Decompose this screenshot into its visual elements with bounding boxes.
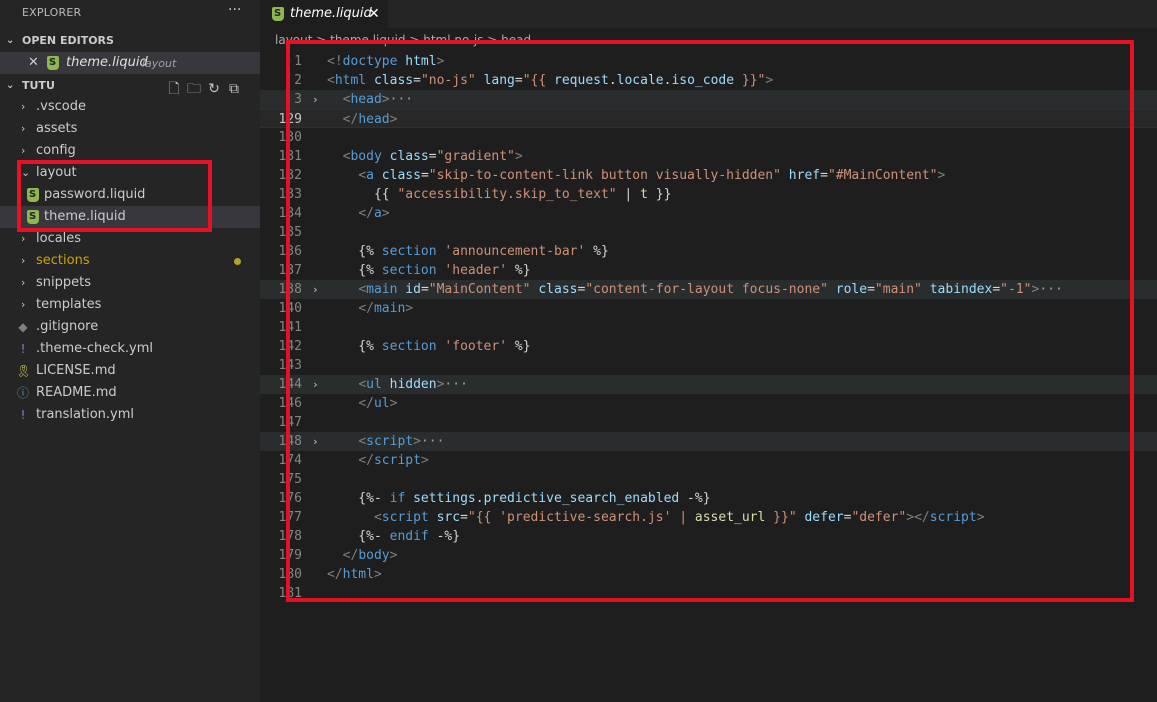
yaml-icon: ! xyxy=(20,342,26,356)
chevron-right-icon: › xyxy=(21,122,26,135)
tree-item[interactable]: › snippets xyxy=(0,272,260,294)
chevron-right-icon: › xyxy=(21,276,26,289)
git-icon: ◆ xyxy=(18,320,28,334)
tree-item[interactable]: ! translation.yml xyxy=(0,404,260,426)
info-icon: ⓘ xyxy=(16,386,29,400)
open-editors-header[interactable]: ⌄ OPEN EDITORS xyxy=(0,30,260,52)
tree-item[interactable]: 🎗 LICENSE.md xyxy=(0,360,260,382)
tree-item[interactable]: ◆ .gitignore xyxy=(0,316,260,338)
explorer-title: EXPLORER xyxy=(22,6,82,19)
open-editor-dir: layout xyxy=(142,57,177,70)
tab-label: theme.liquid xyxy=(290,6,372,21)
tree-item[interactable]: ⓘ README.md xyxy=(0,382,260,404)
collapse-all-icon[interactable]: ⧉ xyxy=(224,81,244,97)
open-editor-name: theme.liquid xyxy=(66,55,148,70)
tab-theme-liquid[interactable]: theme.liquid ✕ xyxy=(260,0,388,28)
open-editor-item[interactable]: ✕ theme.liquid layout xyxy=(0,52,260,74)
tree-item-label: LICENSE.md xyxy=(36,363,116,378)
chevron-down-icon: ⌄ xyxy=(6,80,15,91)
license-icon: 🎗 xyxy=(16,364,32,378)
tree-item[interactable]: ! .theme-check.yml xyxy=(0,338,260,360)
chevron-right-icon: › xyxy=(21,100,26,113)
close-icon[interactable]: ✕ xyxy=(368,0,380,28)
tree-item[interactable]: › templates xyxy=(0,294,260,316)
close-icon[interactable]: ✕ xyxy=(28,52,39,74)
shopify-icon xyxy=(47,56,59,70)
tree-item-label: .gitignore xyxy=(36,319,99,334)
yaml-icon: ! xyxy=(20,408,26,422)
refresh-icon[interactable]: ↻ xyxy=(204,81,224,97)
shopify-icon xyxy=(272,7,284,21)
layout-highlight-box xyxy=(17,160,212,232)
tree-item-label: .theme-check.yml xyxy=(36,341,153,356)
tree-item-label: translation.yml xyxy=(36,407,135,422)
tree-item[interactable]: › assets xyxy=(0,118,260,140)
tree-item-label: templates xyxy=(36,297,102,312)
chevron-down-icon: ⌄ xyxy=(6,35,15,46)
tree-item-label: config xyxy=(36,143,76,158)
tab-bar: theme.liquid ✕ xyxy=(260,0,1157,28)
tree-item[interactable]: › .vscode xyxy=(0,96,260,118)
chevron-right-icon: › xyxy=(21,254,26,267)
ellipsis-icon[interactable]: ··· xyxy=(228,2,241,18)
chevron-right-icon: › xyxy=(21,298,26,311)
tree-item-label: assets xyxy=(36,121,78,136)
code-highlight-box xyxy=(286,40,1134,602)
tree-item-label: snippets xyxy=(36,275,91,290)
tree-item-label: .vscode xyxy=(36,99,86,114)
tree-item-label: README.md xyxy=(36,385,117,400)
explorer-sidebar: EXPLORER ··· ⌄ OPEN EDITORS ✕ theme.liqu… xyxy=(0,0,260,702)
tree-item[interactable]: › config xyxy=(0,140,260,162)
tree-item[interactable]: › sections xyxy=(0,250,260,272)
chevron-right-icon: › xyxy=(21,144,26,157)
tree-item-label: sections xyxy=(36,253,90,268)
modified-dot xyxy=(234,258,241,265)
